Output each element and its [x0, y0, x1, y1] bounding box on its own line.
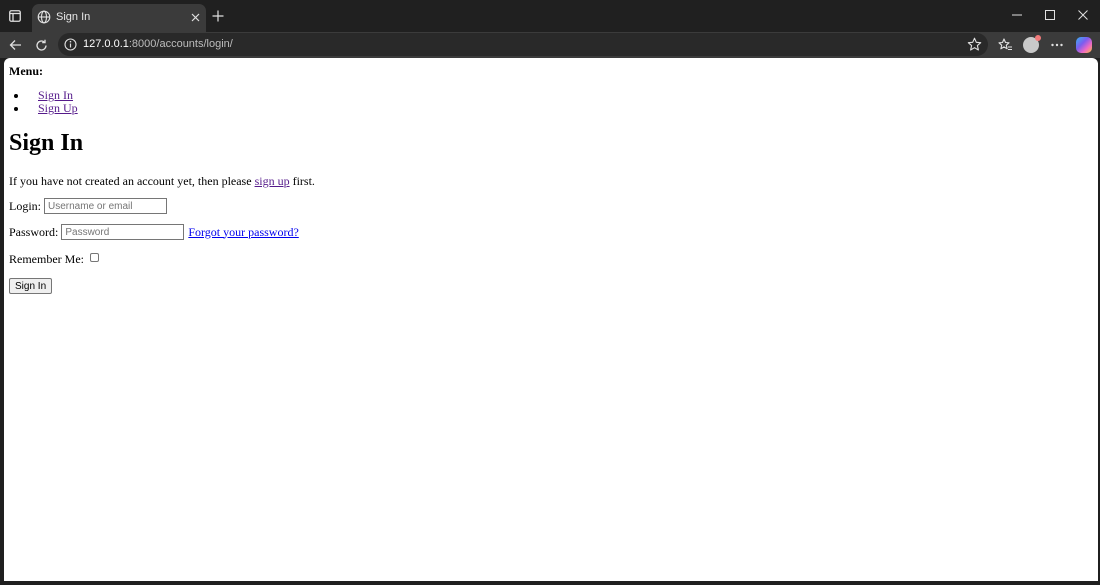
intro-before: If you have not created an account yet, … [9, 174, 252, 188]
url-text: 127.0.0.1:8000/accounts/login/ [83, 38, 233, 50]
login-row: Login: [9, 198, 167, 214]
sign-in-button[interactable]: Sign In [9, 278, 53, 294]
active-tab[interactable]: Sign In [32, 4, 206, 32]
page-title: Sign In [9, 130, 84, 156]
menu-item: Sign Up [14, 101, 78, 115]
globe-icon [37, 10, 51, 24]
close-tab-icon[interactable] [188, 10, 202, 24]
login-input[interactable] [44, 198, 167, 214]
url-host: 127.0.0.1 [83, 38, 129, 50]
remember-row: Remember Me: [9, 252, 99, 267]
password-input[interactable] [61, 224, 185, 240]
favorite-star-icon[interactable] [967, 37, 982, 52]
remember-me-checkbox[interactable] [89, 253, 99, 262]
info-icon[interactable] [64, 38, 77, 51]
profile-avatar[interactable] [1021, 35, 1041, 55]
intro-text: If you have not created an account yet, … [9, 174, 315, 189]
remember-label: Remember Me: [9, 252, 84, 266]
password-row: Password: Forgot your password? [9, 224, 299, 240]
new-tab-icon[interactable] [210, 8, 226, 24]
maximize-icon[interactable] [1042, 8, 1058, 22]
sidebar-icon[interactable] [6, 7, 24, 25]
back-icon[interactable] [5, 35, 25, 55]
sign-up-link[interactable]: sign up [255, 174, 290, 188]
url-path: :8000/accounts/login/ [128, 38, 233, 50]
menu-link-sign-in[interactable]: Sign In [38, 88, 73, 102]
tab-bar: Sign In [0, 0, 1100, 32]
more-icon[interactable] [1047, 35, 1067, 55]
intro-after: first. [292, 174, 315, 188]
menu-list: Sign In Sign Up [14, 88, 78, 115]
refresh-icon[interactable] [31, 35, 51, 55]
menu-title: Menu: [9, 64, 43, 78]
menu-link-sign-up[interactable]: Sign Up [38, 101, 78, 115]
address-bar[interactable]: 127.0.0.1:8000/accounts/login/ [58, 33, 988, 56]
favorites-icon[interactable] [995, 35, 1015, 55]
close-window-icon[interactable] [1075, 8, 1091, 22]
login-label: Login: [9, 198, 41, 213]
copilot-icon[interactable] [1074, 35, 1094, 55]
browser-toolbar: 127.0.0.1:8000/accounts/login/ [0, 32, 1100, 58]
forgot-password-link[interactable]: Forgot your password? [188, 225, 298, 240]
tab-title: Sign In [56, 11, 91, 23]
page-viewport: Menu: Sign In Sign Up Sign In If you hav… [4, 58, 1098, 581]
minimize-icon[interactable] [1009, 8, 1025, 22]
password-label: Password: [9, 224, 59, 239]
